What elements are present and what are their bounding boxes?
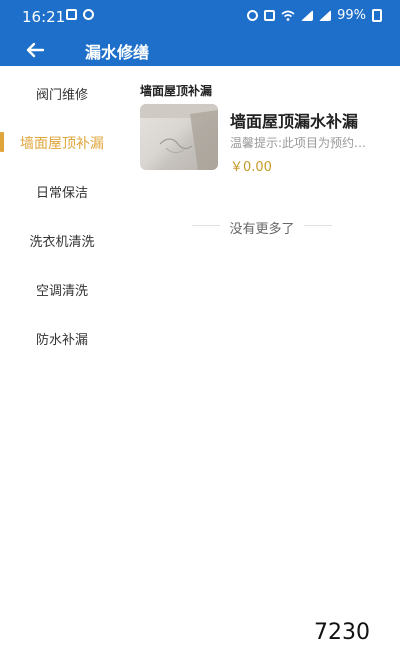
sidebar-item-label: 墙面屋顶补漏 [20, 135, 104, 152]
status-left-icons [66, 9, 94, 20]
app-bar: 漏水修缮 [0, 33, 400, 66]
product-image [140, 104, 218, 170]
arrow-left-icon [26, 42, 45, 57]
sidebar-item-label: 防水补漏 [35, 333, 88, 348]
content-panel: 墙面屋顶补漏 墙面屋顶漏水补漏 温馨提示:此项目为预约… ￥0.00 没有更多了 [124, 66, 400, 660]
product-card[interactable]: 墙面屋顶漏水补漏 温馨提示:此项目为预约… ￥0.00 [140, 104, 394, 175]
no-more-indicator: 没有更多了 [192, 218, 332, 237]
sidebar-item-ac-cleaning[interactable]: 空调清洗 [0, 265, 124, 314]
nfc-icon [264, 10, 276, 21]
signal-icon [319, 10, 332, 21]
battery-icon [372, 9, 382, 22]
sidebar-item-washer-cleaning[interactable]: 洗衣机清洗 [0, 216, 124, 265]
overlay-number: 7230 [314, 620, 370, 645]
back-button[interactable] [18, 33, 52, 66]
image-icon [66, 9, 77, 20]
divider-right [304, 225, 332, 226]
alarm-icon [247, 10, 259, 21]
status-right: 99% [247, 8, 382, 23]
product-description: 温馨提示:此项目为预约… [230, 136, 367, 150]
status-bar: 16:21 99% [0, 0, 400, 33]
sidebar-item-waterproofing[interactable]: 防水补漏 [0, 314, 124, 363]
product-title: 墙面屋顶漏水补漏 [230, 112, 359, 131]
sidebar-item-label: 阀门维修 [35, 88, 88, 103]
category-sidebar: 阀门维修 墙面屋顶补漏 日常保洁 洗衣机清洗 空调清洗 防水补漏 [0, 66, 124, 660]
product-price: ￥0.00 [230, 160, 272, 175]
sidebar-item-label: 日常保洁 [35, 186, 88, 201]
status-time: 16:21 [22, 8, 66, 26]
wifi-icon [281, 10, 295, 21]
no-more-text: 没有更多了 [229, 222, 295, 237]
page-title: 漏水修缮 [85, 43, 150, 62]
sidebar-item-label: 洗衣机清洗 [29, 235, 95, 250]
section-title: 墙面屋顶补漏 [140, 84, 213, 98]
sidebar-item-wall-roof-leak[interactable]: 墙面屋顶补漏 [0, 118, 124, 167]
active-indicator [0, 132, 4, 152]
sidebar-item-daily-cleaning[interactable]: 日常保洁 [0, 167, 124, 216]
sidebar-item-label: 空调清洗 [35, 284, 88, 299]
signal-icon [301, 10, 314, 21]
divider-left [192, 225, 220, 226]
battery-percent: 99% [337, 8, 366, 23]
shield-icon [83, 9, 94, 20]
sidebar-item-valve-repair[interactable]: 阀门维修 [0, 69, 124, 118]
